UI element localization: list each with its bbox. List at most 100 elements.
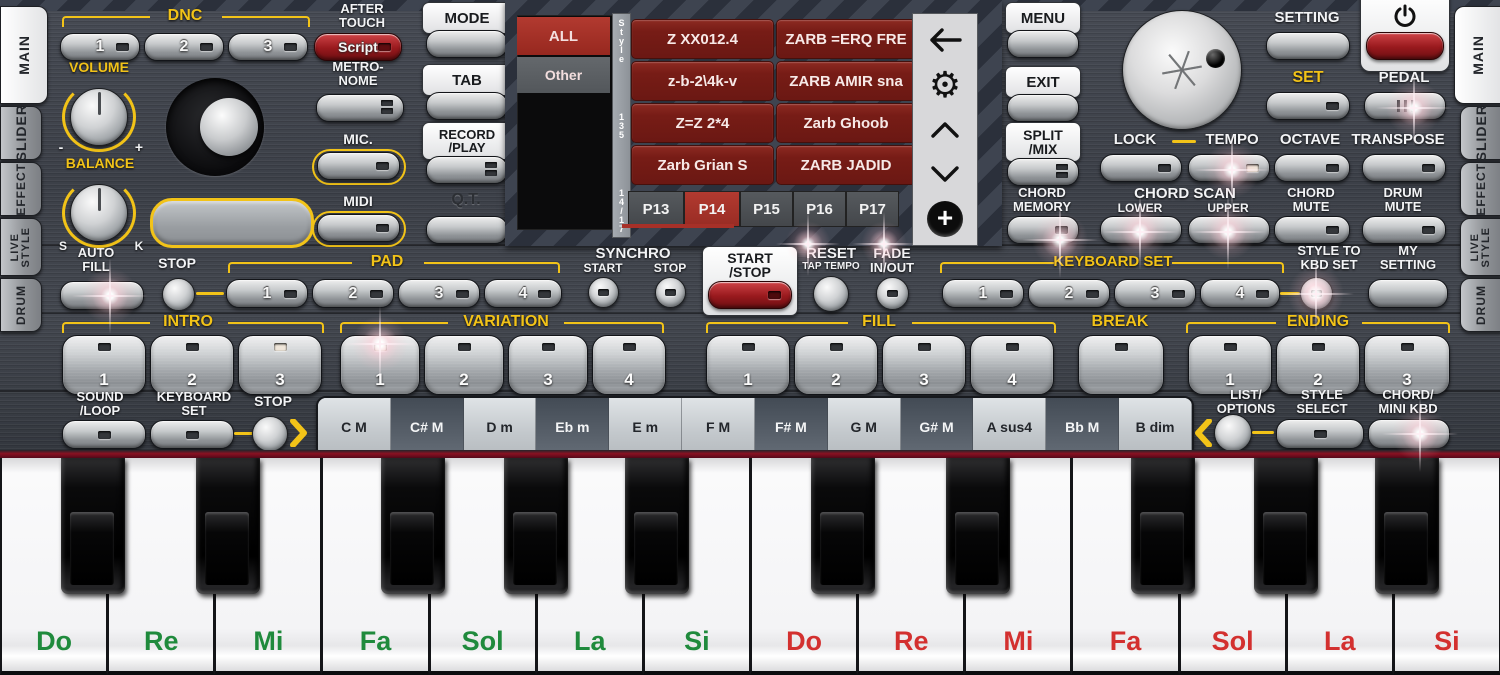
tab-main-right[interactable]: MAIN [1454, 6, 1500, 104]
joystick-ball[interactable] [200, 98, 258, 156]
tab-slider-right[interactable]: SLIDER [1460, 106, 1500, 160]
black-key-bflat-2[interactable] [1375, 458, 1439, 594]
pad-button-2[interactable]: 2 [312, 279, 394, 308]
chord-cell[interactable]: A sus4 [973, 398, 1046, 456]
black-key-eflat-1[interactable] [196, 458, 260, 594]
style-item[interactable]: ZARB =ERQ FRE [776, 19, 916, 59]
chord-cell[interactable]: C M [318, 398, 391, 456]
chord-cell[interactable]: B dim [1119, 398, 1192, 456]
start-stop-button[interactable] [708, 281, 792, 309]
tab-effect-right[interactable]: EFFECT [1460, 162, 1500, 216]
style-tab-all[interactable]: ALL [517, 17, 610, 55]
setting-button[interactable] [1266, 32, 1350, 60]
page-tab-p17[interactable]: P17 [846, 191, 899, 227]
chord-cell[interactable]: C# M [391, 398, 464, 456]
tab-slider-left[interactable]: SLIDER [0, 106, 42, 160]
chevron-down-icon[interactable] [925, 156, 965, 192]
synchro-stop-knob[interactable] [655, 277, 686, 308]
reset-tap-tempo-knob[interactable] [813, 276, 849, 312]
script-button[interactable]: Script [314, 33, 402, 61]
black-key-csharp-2[interactable] [811, 458, 875, 594]
chord-cell[interactable]: Bb M [1046, 398, 1119, 456]
tempo-dial[interactable] [1122, 10, 1242, 130]
ending-button-3[interactable]: 3 [1364, 335, 1450, 395]
chord-cell[interactable]: F M [682, 398, 755, 456]
value-display[interactable] [150, 198, 314, 248]
power-button[interactable] [1366, 32, 1444, 60]
dnc-button-3[interactable]: 3 [228, 33, 308, 61]
metronome-button[interactable] [316, 94, 404, 122]
mic-button[interactable] [317, 152, 400, 180]
chord-cell[interactable]: Eb m [536, 398, 609, 456]
keyboard-set-button-3[interactable]: 3 [1114, 279, 1196, 308]
tab-live-style-left[interactable]: LIVE STYLE [0, 218, 42, 276]
split-mix-tab[interactable]: SPLIT/MIX [1005, 122, 1081, 162]
octave-button[interactable] [1274, 154, 1350, 182]
stop-knob-d[interactable] [252, 416, 288, 452]
tab-drum-right[interactable]: DRUM [1460, 278, 1500, 332]
menu-button[interactable] [1007, 30, 1079, 58]
set-button[interactable] [1266, 92, 1350, 120]
style-item[interactable]: ZARB JADID [776, 145, 916, 185]
keyboard-set-button-2[interactable]: 2 [1028, 279, 1110, 308]
page-tab-p13[interactable]: P13 [628, 191, 684, 227]
record-play-button[interactable] [426, 156, 508, 184]
tab-main-left[interactable]: MAIN [0, 6, 48, 104]
black-key-bflat-1[interactable] [625, 458, 689, 594]
exit-button[interactable] [1007, 94, 1079, 122]
chord-cell[interactable]: G# M [901, 398, 974, 456]
style-item[interactable]: ZARB AMIR sna [776, 61, 916, 101]
fill-button-4[interactable]: 4 [970, 335, 1054, 395]
break-button[interactable] [1078, 335, 1164, 395]
fill-button-3[interactable]: 3 [882, 335, 966, 395]
chevron-up-icon[interactable] [925, 112, 965, 148]
ending-button-2[interactable]: 2 [1276, 335, 1360, 395]
style-to-kbd-set-knob[interactable] [1300, 277, 1333, 310]
back-arrow-icon[interactable] [925, 22, 965, 58]
black-key-csharp-1[interactable] [61, 458, 125, 594]
intro-button-1[interactable]: 1 [62, 335, 146, 395]
style-item[interactable]: Z=Z 2*4 [631, 103, 774, 143]
tempo-button[interactable] [1188, 154, 1270, 182]
synchro-start-knob[interactable] [588, 277, 619, 308]
style-tab-other[interactable]: Other [517, 57, 610, 93]
gear-icon[interactable]: ⚙ [925, 67, 965, 103]
keyboard-set-button-4[interactable]: 4 [1200, 279, 1280, 308]
chord-cell[interactable]: D m [464, 398, 537, 456]
style-item[interactable]: Zarb Grian S [631, 145, 774, 185]
style-item[interactable]: Zarb Ghoob [776, 103, 916, 143]
fade-knob[interactable] [876, 277, 909, 310]
keyboard-set-button-1[interactable]: 1 [942, 279, 1024, 308]
mode-button[interactable] [426, 30, 508, 58]
variation-button-1[interactable]: 1 [340, 335, 420, 395]
chord-scan-upper-button[interactable] [1188, 216, 1270, 244]
style-select-button[interactable] [1276, 419, 1364, 449]
chord-mini-kbd-button[interactable] [1368, 419, 1450, 449]
transpose-button[interactable] [1362, 154, 1446, 182]
midi-button[interactable] [317, 214, 400, 242]
keyboard-set-button-d[interactable] [150, 420, 234, 449]
pad-button-1[interactable]: 1 [226, 279, 308, 308]
list-options-knob[interactable] [1214, 414, 1252, 452]
style-item[interactable]: Z XX012.4 [631, 19, 774, 59]
pad-stop-knob[interactable] [162, 278, 195, 311]
intro-button-2[interactable]: 2 [150, 335, 234, 395]
my-setting-button[interactable] [1368, 279, 1448, 308]
tab-button[interactable] [426, 92, 508, 120]
tab-live-style-right[interactable]: LIVE STYLE [1460, 218, 1500, 276]
variation-button-4[interactable]: 4 [592, 335, 666, 395]
split-mix-button[interactable] [1007, 158, 1079, 186]
intro-button-3[interactable]: 3 [238, 335, 322, 395]
pedal-button[interactable] [1364, 92, 1446, 120]
chord-scan-lower-button[interactable] [1100, 216, 1182, 244]
black-key-gsharp-2[interactable] [1254, 458, 1318, 594]
ending-button-1[interactable]: 1 [1188, 335, 1272, 395]
style-item[interactable]: z-b-2\4k-v [631, 61, 774, 101]
chord-cell[interactable]: G M [828, 398, 901, 456]
black-key-fsharp-2[interactable] [1131, 458, 1195, 594]
page-tab-p14[interactable]: P14 [684, 191, 740, 227]
chord-cell[interactable]: F# M [755, 398, 828, 456]
chord-memory-button[interactable] [1007, 216, 1079, 244]
black-key-eflat-2[interactable] [946, 458, 1010, 594]
drum-mute-button[interactable] [1362, 216, 1446, 244]
